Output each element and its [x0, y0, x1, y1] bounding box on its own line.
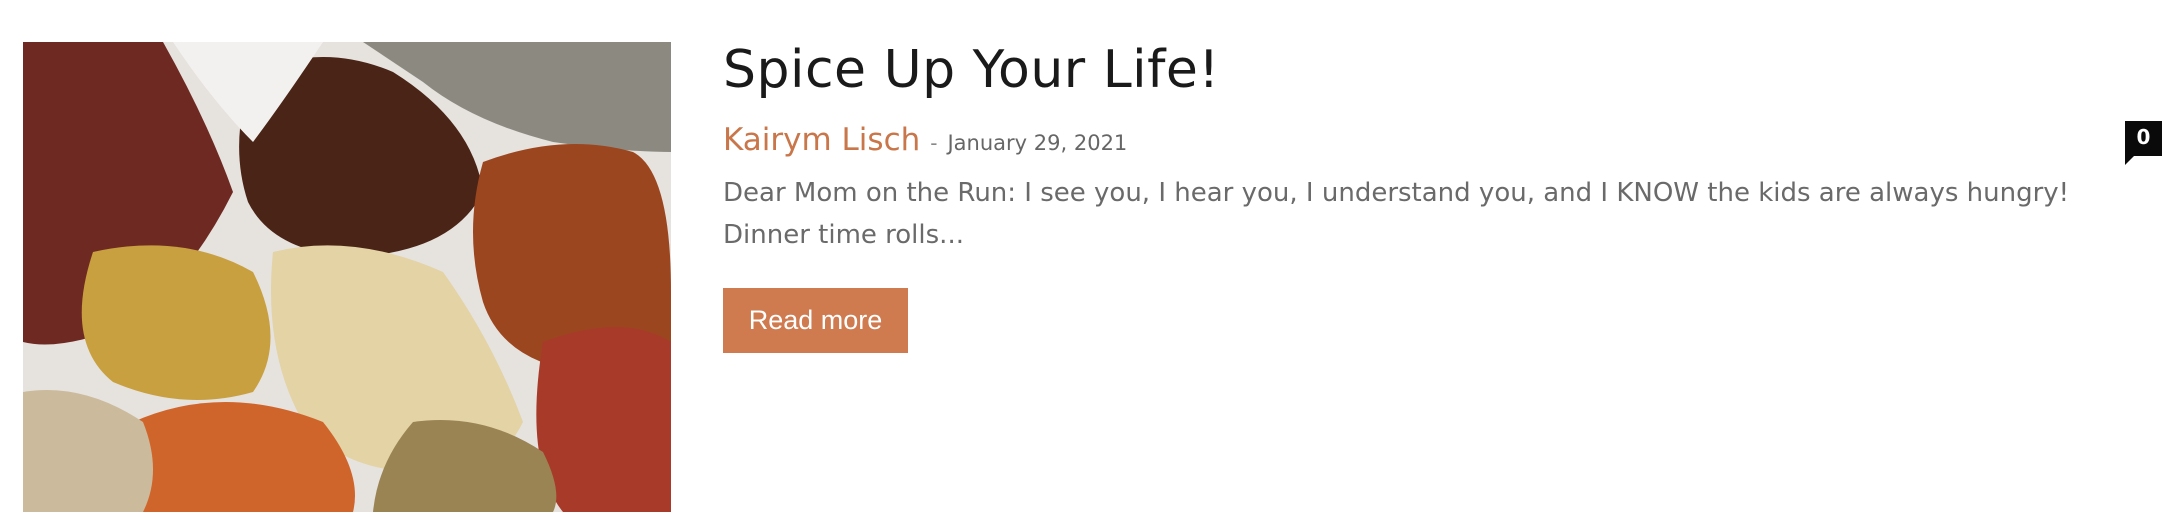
- post-thumbnail[interactable]: [23, 42, 671, 512]
- post-title[interactable]: Spice Up Your Life!: [723, 36, 1220, 104]
- post-meta: Kairym Lisch - January 29, 2021: [723, 122, 1127, 162]
- post-excerpt: Dear Mom on the Run: I see you, I hear y…: [723, 178, 2070, 250]
- spices-image: [23, 42, 671, 512]
- post-content: Spice Up Your Life! Kairym Lisch - Janua…: [723, 0, 2162, 530]
- comment-count-badge[interactable]: 0: [2125, 121, 2162, 165]
- meta-separator: -: [930, 131, 938, 155]
- post-date: January 29, 2021: [947, 131, 1128, 155]
- author-link[interactable]: Kairym Lisch: [723, 122, 920, 158]
- read-more-button[interactable]: Read more: [723, 288, 908, 353]
- blog-post-card: Spice Up Your Life! Kairym Lisch - Janua…: [0, 0, 2162, 530]
